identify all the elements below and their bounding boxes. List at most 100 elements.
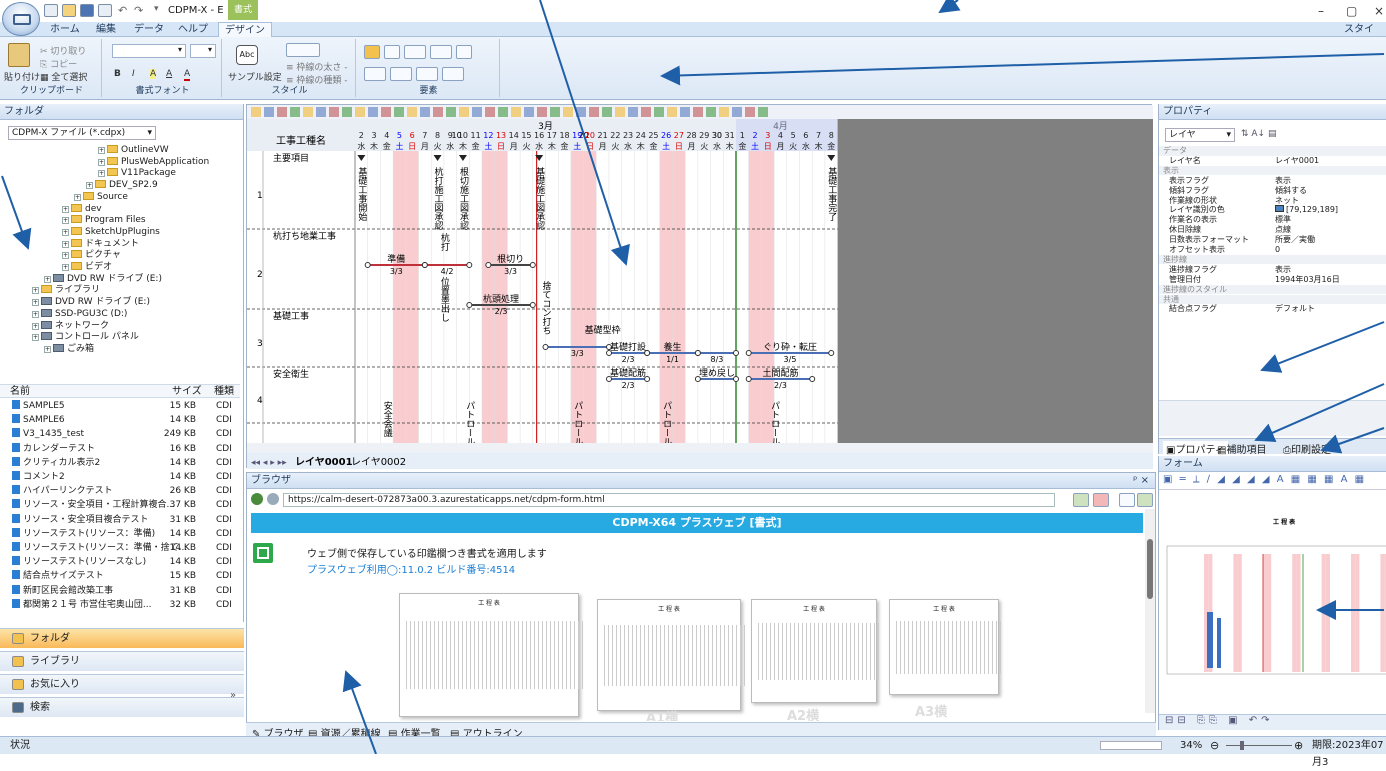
expand-toggle-icon[interactable]: +: [98, 170, 105, 178]
expand-toggle-icon[interactable]: +: [32, 287, 39, 295]
abc-style-icon[interactable]: Abc: [236, 45, 258, 65]
nav-favorites-button[interactable]: お気に入り: [0, 674, 244, 694]
property-row[interactable]: 結合点フラグ デフォルト: [1159, 304, 1386, 314]
link-element-icon[interactable]: [456, 45, 472, 59]
tree-item[interactable]: + コントロール パネル: [32, 331, 139, 343]
form-thumbnail[interactable]: 工 程 表: [751, 599, 879, 703]
open-folder-icon[interactable]: [62, 4, 76, 17]
col-size[interactable]: サイズ: [172, 385, 202, 398]
property-row[interactable]: レイヤ識別の色 [79,129,189]: [1159, 205, 1386, 215]
sample-setting-button[interactable]: サンプル設定: [228, 70, 282, 83]
form-bottom-toolbar[interactable]: ⊟⊟ ⎘⎘ ▣ ↶↷: [1159, 714, 1386, 730]
highlight-button[interactable]: A: [150, 69, 157, 79]
property-row[interactable]: 日数表示フォーマット 所要／実働: [1159, 235, 1386, 245]
underline-button[interactable]: A: [166, 69, 172, 79]
zoom-slider[interactable]: [1226, 741, 1292, 750]
expand-toggle-icon[interactable]: +: [62, 240, 69, 248]
web-scrollbar[interactable]: [1145, 509, 1155, 713]
col-type[interactable]: 種類: [214, 385, 234, 398]
property-row[interactable]: オフセット表示 0: [1159, 245, 1386, 255]
maximize-button[interactable]: ▢: [1346, 4, 1357, 18]
application-menu-button[interactable]: [2, 2, 40, 36]
tree-item[interactable]: + ネットワーク: [32, 320, 109, 332]
file-row[interactable]: リソース・安全項目複合テスト 31 KB CDI: [0, 513, 240, 526]
tree-item[interactable]: + Source: [74, 191, 128, 203]
expand-toggle-icon[interactable]: +: [62, 205, 69, 213]
form-thumbnail[interactable]: 工 程 表: [889, 599, 1001, 695]
expand-toggle-icon[interactable]: +: [74, 193, 81, 201]
tree-item[interactable]: + DEV_SP2.9: [86, 179, 158, 191]
back-icon[interactable]: [251, 493, 263, 505]
file-row[interactable]: 新町区民会館改築工事 31 KB CDI: [0, 584, 240, 597]
url-input[interactable]: https://calm-desert-072873a00.3.azuresta…: [283, 493, 1055, 507]
file-row[interactable]: リソーステスト(リソース：準備・捨て... 14 KB CDI: [0, 542, 240, 554]
group-element-icon[interactable]: [442, 67, 464, 81]
tab-data[interactable]: データ: [128, 22, 170, 37]
tree-item[interactable]: + SSD-PGU3C (D:): [32, 308, 127, 320]
undo-icon[interactable]: ↶: [118, 4, 127, 17]
file-row[interactable]: クリティカル表示2 14 KB CDI: [0, 456, 240, 469]
file-row[interactable]: リソース・安全項目・工程計算複合... 37 KB CDI: [0, 499, 240, 511]
property-category[interactable]: 表示: [1159, 165, 1386, 176]
expand-toggle-icon[interactable]: +: [62, 264, 69, 271]
new-file-icon[interactable]: [44, 4, 58, 17]
line-color-icon[interactable]: [286, 43, 320, 57]
expand-toggle-icon[interactable]: +: [44, 345, 51, 353]
form-preview[interactable]: 工 程 表: [1163, 494, 1386, 702]
file-filter-select[interactable]: CDPM-X ファイル (*.cdpx) ▾: [8, 126, 156, 140]
customize-quick-access-icon[interactable]: ▾: [154, 4, 159, 14]
file-row[interactable]: ハイパーリンクテスト 26 KB CDI: [0, 485, 240, 497]
nav-library-button[interactable]: ライブラリ: [0, 651, 244, 671]
tree-item[interactable]: + DVD RW ドライブ (E:): [44, 273, 162, 285]
tree-item[interactable]: + Program Files: [62, 214, 146, 226]
file-row[interactable]: コメント2 14 KB CDI: [0, 471, 240, 483]
minimize-button[interactable]: –: [1318, 4, 1324, 18]
sort-icon[interactable]: ⇅ A↓ ▤: [1241, 129, 1276, 139]
property-row[interactable]: レイヤ名 レイヤ0001: [1159, 156, 1386, 166]
tree-item[interactable]: + V11Package: [98, 167, 176, 179]
text-element-icon[interactable]: [404, 45, 426, 59]
tree-item[interactable]: + SketchUpPlugins: [62, 226, 160, 238]
font-size-select[interactable]: ▾: [190, 44, 216, 58]
property-category[interactable]: データ: [1159, 146, 1386, 156]
tree-item[interactable]: + PlusWebApplication: [98, 156, 209, 168]
home-icon[interactable]: [1119, 493, 1135, 507]
line-width-button[interactable]: ≡ 枠線の太さ -: [286, 60, 348, 73]
zoom-in-button[interactable]: ⊕: [1294, 737, 1303, 754]
refresh-icon[interactable]: [1137, 493, 1153, 507]
close-pane-icon[interactable]: ᵖ ×: [1133, 473, 1149, 489]
file-row[interactable]: V3_1435_test 249 KB CDI: [0, 428, 240, 440]
font-name-select[interactable]: ▾: [112, 44, 186, 58]
nav-folder-button[interactable]: フォルダ: [0, 628, 244, 648]
file-row[interactable]: 都関第２１号 市営住宅奥山団... 32 KB CDI: [0, 598, 240, 611]
save-icon[interactable]: [80, 4, 94, 17]
folder-element-icon[interactable]: [364, 45, 380, 59]
expand-toggle-icon[interactable]: +: [32, 334, 39, 342]
cut-button[interactable]: ✂ 切り取り: [40, 44, 86, 57]
nav-search-button[interactable]: 検索: [0, 697, 244, 717]
bold-button[interactable]: B: [114, 69, 121, 79]
expand-toggle-icon[interactable]: +: [86, 182, 93, 190]
tab-help[interactable]: ヘルプ: [172, 22, 214, 37]
tab-aux-items[interactable]: ▤補助項目: [1217, 441, 1266, 456]
stop-icon[interactable]: [1093, 493, 1109, 507]
select-all-button[interactable]: ▦ 全て選択: [40, 70, 87, 83]
property-category[interactable]: 進捗線のスタイル: [1159, 284, 1386, 295]
tree-item[interactable]: + DVD RW ドライブ (E:): [32, 296, 150, 308]
tree-item[interactable]: + OutlineVW: [98, 144, 169, 156]
redo-icon[interactable]: ↷: [134, 4, 143, 17]
expand-toggle-icon[interactable]: +: [32, 310, 39, 318]
tree-item[interactable]: + ビデオ: [62, 261, 112, 273]
property-row[interactable]: 表示フラグ 表示: [1159, 176, 1386, 186]
expand-chevron-icon[interactable]: »: [230, 690, 236, 701]
property-object-select[interactable]: レイヤ ▾: [1165, 128, 1235, 142]
delete-element-icon[interactable]: [364, 67, 386, 81]
form-thumbnail[interactable]: 工 程 表: [399, 593, 583, 717]
file-row[interactable]: 結合点サイズテスト 15 KB CDI: [0, 570, 240, 582]
file-row[interactable]: リソーステスト(リソース：準備) 14 KB CDI: [0, 527, 240, 540]
zoom-out-button[interactable]: ⊖: [1210, 737, 1219, 754]
tab-edit[interactable]: 編集: [90, 22, 122, 37]
form-thumbnail[interactable]: 工 程 表: [597, 599, 745, 711]
tree-item[interactable]: + ごみ箱: [44, 343, 94, 355]
expand-toggle-icon[interactable]: +: [62, 217, 69, 225]
